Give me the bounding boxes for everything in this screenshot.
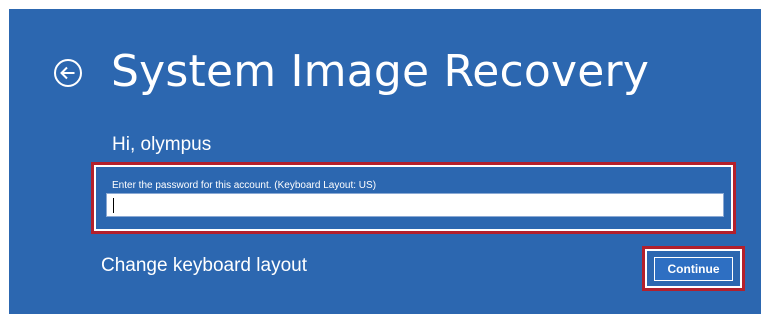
back-button[interactable] bbox=[53, 58, 83, 88]
change-keyboard-layout-link[interactable]: Change keyboard layout bbox=[101, 254, 307, 278]
password-field-label: Enter the password for this account. (Ke… bbox=[112, 180, 377, 191]
continue-button[interactable]: Continue bbox=[654, 257, 733, 281]
password-input[interactable] bbox=[106, 193, 724, 217]
back-arrow-circle-icon bbox=[53, 58, 83, 88]
account-greeting: Hi, olympus bbox=[112, 134, 212, 155]
page-title: System Image Recovery bbox=[111, 46, 650, 97]
text-caret bbox=[113, 198, 114, 213]
